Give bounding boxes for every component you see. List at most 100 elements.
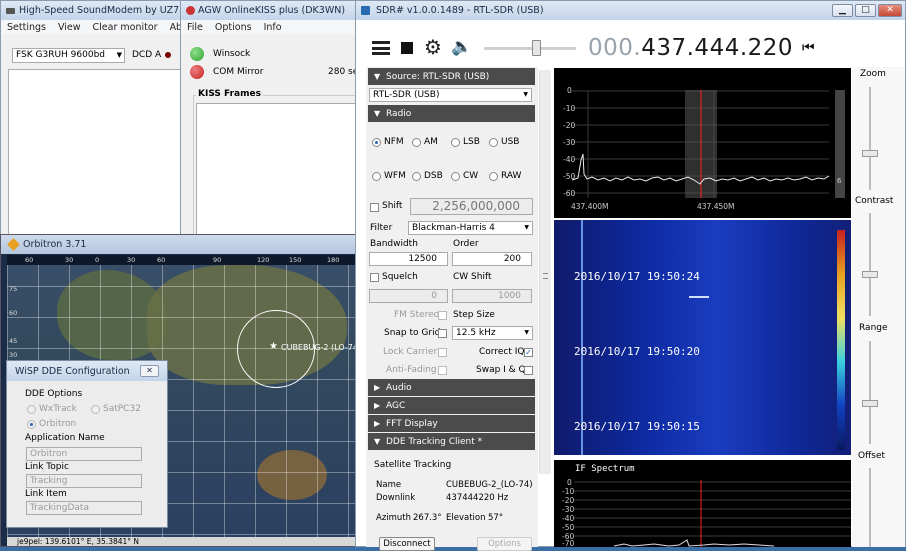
audio-header[interactable]: ▶ Audio (368, 379, 535, 396)
swap-iq-label: Swap I & Q (476, 365, 526, 375)
order-input[interactable]: 200 (452, 252, 532, 266)
waterfall-display[interactable]: 2016/10/17 19:50:24 2016/10/17 19:50:20 … (554, 220, 851, 455)
mode-radio-dsb[interactable] (412, 172, 421, 181)
anti-fading-checkbox[interactable] (438, 366, 447, 375)
fm-stereo-checkbox[interactable] (438, 311, 447, 320)
mode-radio-am[interactable] (412, 138, 421, 147)
options-button[interactable]: Options (477, 537, 532, 551)
menu-file[interactable]: File (187, 22, 203, 33)
menu-settings[interactable]: Settings (7, 22, 46, 33)
step-size-select[interactable]: 12.5 kHz ▼ (452, 326, 533, 340)
disconnect-label: Disconnect (383, 539, 431, 549)
agc-header[interactable]: ▶ AGC (368, 397, 535, 414)
elevation-label: Elevation (446, 513, 486, 523)
zoom-slider-track[interactable] (869, 87, 871, 190)
agw-titlebar[interactable]: AGW OnlineKISS plus (DK3WN) (181, 1, 359, 20)
menu-clear-monitor[interactable]: Clear monitor (93, 22, 158, 33)
orbitron-radio[interactable] (27, 420, 36, 429)
panel-scrollbar[interactable] (539, 70, 551, 474)
mode-radio-wfm[interactable] (372, 172, 381, 181)
link-topic-value: Tracking (30, 476, 68, 486)
mode-radio-usb[interactable] (489, 138, 498, 147)
swap-iq-checkbox[interactable] (524, 366, 533, 375)
kiss-frames-label: KISS Frames (196, 89, 263, 99)
source-select[interactable]: RTL-SDR (USB) ▼ (369, 88, 532, 102)
soundmodem-titlebar[interactable]: High-Speed SoundModem by UZ7HO (1, 1, 184, 20)
lon-tick: 120 (257, 256, 270, 264)
range-slider-thumb[interactable] (862, 400, 878, 407)
order-label: Order (453, 239, 479, 249)
close-button[interactable]: ✕ (878, 4, 902, 17)
contrast-slider-thumb[interactable] (862, 271, 878, 278)
panel-scrollbar-grip-icon (543, 273, 548, 279)
fft-display-header[interactable]: ▶ FFT Display (368, 415, 535, 432)
link-topic-field[interactable]: Tracking (26, 474, 142, 488)
lock-carrier-checkbox[interactable] (438, 348, 447, 357)
if-db-tick: -30 (562, 505, 575, 514)
soundmodem-window: High-Speed SoundModem by UZ7HO Settings … (0, 0, 185, 240)
offset-slider-track[interactable] (869, 468, 871, 547)
app-name-field[interactable]: Orbitron (26, 447, 142, 461)
close-icon[interactable]: ✕ (140, 365, 159, 377)
tune-center-icon[interactable]: ⏮ (802, 40, 815, 56)
zoom-slider-thumb[interactable] (862, 150, 878, 157)
menu-view[interactable]: View (58, 22, 81, 33)
kiss-frames-list[interactable] (196, 103, 359, 239)
agw-window: AGW OnlineKISS plus (DK3WN) File Options… (180, 0, 360, 240)
frequency-display[interactable]: 000.437.444.220 (588, 35, 793, 61)
satellite-star-icon[interactable]: ★ (269, 341, 278, 352)
azimuth-label: Azimuth (376, 513, 412, 523)
link-item-field[interactable]: TrackingData (26, 501, 142, 515)
minimize-button[interactable]: ▁ (832, 4, 853, 17)
menu-info[interactable]: Info (264, 22, 282, 33)
squelch-checkbox[interactable] (370, 273, 379, 282)
expand-arrow-icon: ▶ (374, 419, 381, 428)
dde-tracking-header[interactable]: ▼ DDE Tracking Client * (368, 433, 535, 450)
wxtrack-radio[interactable] (27, 405, 36, 414)
lon-tick: 180 (327, 256, 340, 264)
shift-checkbox[interactable] (370, 203, 379, 212)
wisp-titlebar[interactable]: WiSP DDE Configuration ✕ (7, 361, 167, 381)
orbitron-label: Orbitron (39, 419, 77, 429)
orbitron-titlebar[interactable]: Orbitron 3.71 (1, 235, 359, 254)
soundmodem-monitor[interactable] (8, 69, 182, 239)
menu-options[interactable]: Options (215, 22, 252, 33)
correct-iq-checkbox[interactable]: ✓ (524, 348, 533, 357)
contrast-slider-track[interactable] (869, 213, 871, 316)
mode-radio-raw[interactable] (489, 172, 498, 181)
mode-radio-lsb[interactable] (451, 138, 460, 147)
mode-label-am: AM (424, 137, 438, 147)
volume-slider[interactable] (484, 47, 576, 50)
squelch-input[interactable]: 0 (369, 289, 448, 303)
mode-radio-cw[interactable] (451, 172, 460, 181)
satpc32-radio[interactable] (91, 405, 100, 414)
radio-header[interactable]: ▼ Radio (368, 105, 535, 122)
waterfall-gradient-bar (837, 230, 845, 450)
mode-radio-nfm[interactable] (372, 138, 381, 147)
maximize-button[interactable]: □ (855, 4, 876, 17)
sat-name-label: Name (376, 480, 402, 490)
filter-select[interactable]: Blackman-Harris 4 ▼ (408, 221, 533, 235)
frequency-digits: 437.444.220 (641, 35, 794, 61)
range-slider-track[interactable] (869, 341, 871, 444)
sdr-titlebar[interactable]: SDR# v1.0.0.1489 - RTL-SDR (USB) (356, 1, 905, 20)
snap-to-grid-checkbox[interactable] (438, 329, 447, 338)
spectrum-analyzer[interactable]: 0 -10 -20 -30 -40 -50 -60 437.400M 437.4… (554, 68, 851, 218)
sat-name-value: CUBEBUG-2_(LO-74) (446, 480, 533, 490)
cw-shift-input[interactable]: 1000 (452, 289, 532, 303)
if-spectrum[interactable]: IF Spectrum 0 -10 -20 -30 -40 -50 -60 -7… (554, 460, 851, 548)
hamburger-menu-icon[interactable] (372, 41, 390, 55)
disconnect-button[interactable]: Disconnect (379, 537, 435, 551)
volume-slider-thumb[interactable] (532, 40, 541, 56)
spectrum-db-tick: -20 (563, 121, 576, 130)
stop-icon[interactable] (401, 42, 413, 54)
speaker-icon[interactable]: 🔈 (451, 37, 472, 57)
source-header[interactable]: ▼ Source: RTL-SDR (USB) (368, 68, 535, 85)
bandwidth-input[interactable]: 12500 (369, 252, 448, 266)
wisp-title: WiSP DDE Configuration (15, 365, 130, 377)
orbitron-status-text: je9pel: 139.6101° E, 35.3841° N (17, 537, 140, 546)
zoom-label: Zoom (860, 69, 886, 79)
shift-input[interactable]: 2,256,000,000 (410, 198, 533, 215)
gear-icon[interactable]: ⚙ (424, 37, 442, 57)
modem-mode-select[interactable]: FSK G3RUH 9600bd ▼ (12, 48, 125, 63)
